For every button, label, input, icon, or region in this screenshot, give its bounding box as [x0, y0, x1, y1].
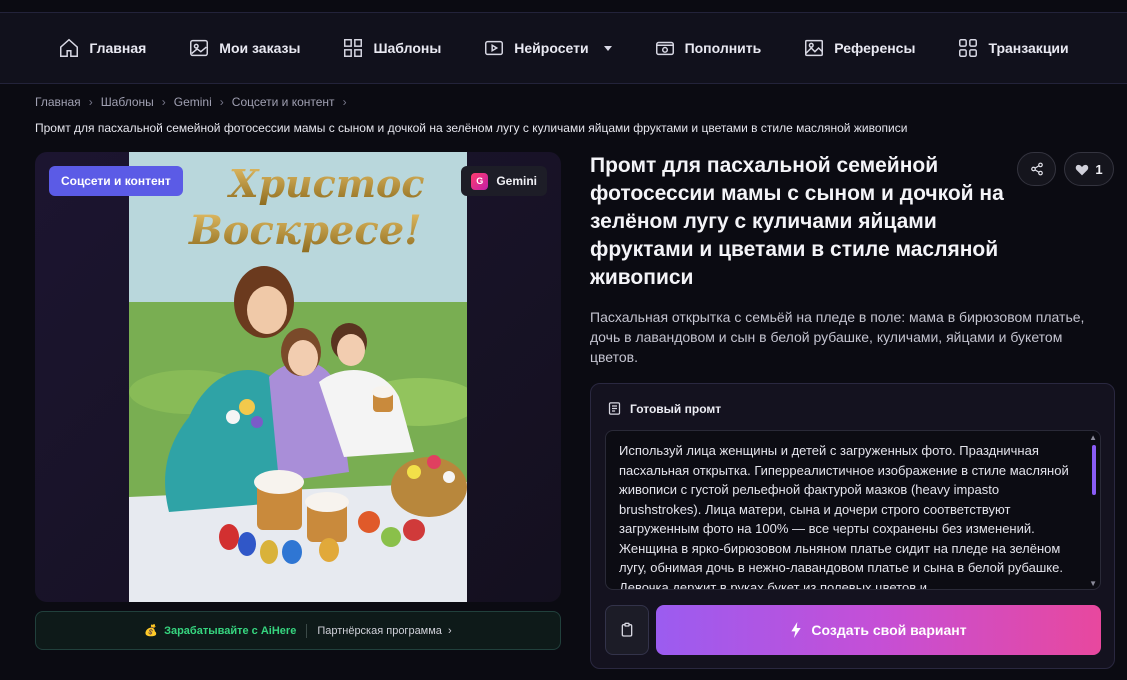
- breadcrumb: Главная › Шаблоны › Gemini › Соцсети и к…: [35, 95, 347, 109]
- lightning-icon: [791, 622, 802, 638]
- prompt-text: Используй лица женщины и детей с загруже…: [619, 443, 1069, 590]
- easter-postcard-image: Христос Воскресе!: [129, 152, 479, 602]
- top-strip: [0, 0, 1127, 12]
- breadcrumb-item-gemini[interactable]: Gemini: [174, 95, 212, 109]
- wallet-icon: [655, 41, 674, 56]
- page-subtitle: Промт для пасхальной семейной фотосессии…: [35, 121, 908, 135]
- like-count: 1: [1095, 161, 1103, 177]
- postcard-text-line2: Воскресе!: [188, 207, 422, 254]
- clipboard-icon: [621, 622, 633, 637]
- category-badge[interactable]: Соцсети и контент: [49, 166, 183, 196]
- chevron-right-icon: ›: [447, 624, 452, 637]
- nav-item-home[interactable]: Главная: [37, 28, 167, 68]
- home-icon: [60, 38, 79, 57]
- picture-icon: [805, 39, 824, 57]
- affiliate-banner[interactable]: 💰 Зарабатывайте с AiHere Партнёрская про…: [35, 611, 561, 650]
- affiliate-link[interactable]: Партнёрская программа ›: [317, 625, 451, 637]
- gemini-logo-icon: G: [471, 172, 489, 190]
- nav-item-label: Нейросети: [514, 40, 589, 56]
- breadcrumb-item-social[interactable]: Соцсети и контент: [232, 95, 335, 109]
- divider: [306, 623, 308, 638]
- scrollbar[interactable]: [1092, 437, 1096, 585]
- nav-item-label: Пополнить: [684, 40, 762, 56]
- affiliate-link-label: Партнёрская программа: [317, 624, 442, 637]
- nav-item-transactions[interactable]: Транзакции: [936, 28, 1089, 68]
- nav-item-label: Главная: [89, 40, 147, 56]
- chevron-right-icon: ›: [88, 95, 93, 109]
- document-icon: [608, 402, 621, 415]
- breadcrumb-item-home[interactable]: Главная: [35, 95, 81, 109]
- share-icon: [1030, 162, 1043, 176]
- scroll-down-icon[interactable]: ▼: [1089, 579, 1097, 588]
- prompt-header: Готовый промт: [607, 401, 721, 416]
- page-title: Промт для пасхальной семейной фотосессии…: [590, 154, 1004, 289]
- nav-item-label: Шаблоны: [373, 40, 442, 56]
- nav-item-orders[interactable]: Мои заказы: [167, 28, 321, 68]
- nav-item-label: Транзакции: [988, 40, 1069, 56]
- chevron-down-icon: [603, 45, 612, 51]
- affiliate-main: 💰 Зарабатывайте с AiHere: [144, 624, 297, 638]
- template-description: Пасхальная открытка с семьёй на пледе в …: [590, 309, 1085, 365]
- play-icon: [485, 40, 504, 56]
- chevron-right-icon: ›: [342, 95, 347, 109]
- preview-image-panel[interactable]: Христос Воскресе! Соцсети и контент G Ge…: [35, 152, 561, 602]
- share-button[interactable]: [1017, 152, 1056, 186]
- nav-item-references[interactable]: Референсы: [782, 28, 936, 68]
- create-variant-button[interactable]: Создать свой вариант: [656, 605, 1101, 655]
- copy-button[interactable]: [605, 605, 649, 655]
- postcard-text-line1: Христос: [227, 161, 425, 206]
- create-variant-label: Создать свой вариант: [811, 622, 967, 638]
- nav-item-label: Референсы: [834, 40, 916, 56]
- like-button[interactable]: 1: [1064, 152, 1114, 186]
- model-badge-label: Gemini: [496, 174, 537, 188]
- image-icon: [190, 39, 209, 57]
- nav-item-networks[interactable]: Нейросети: [462, 28, 632, 68]
- grid-icon: [344, 39, 363, 57]
- nav-item-topup[interactable]: Пополнить: [633, 28, 783, 68]
- scrollbar-thumb[interactable]: [1092, 445, 1096, 495]
- breadcrumb-item-templates[interactable]: Шаблоны: [101, 95, 154, 109]
- main-navigation: Главная Мои заказы Шаблоны Нейросети Поп…: [0, 12, 1127, 84]
- model-badge[interactable]: G Gemini: [461, 166, 547, 196]
- money-bag-icon: 💰: [144, 625, 159, 637]
- heart-icon: [1076, 164, 1089, 175]
- nav-item-templates[interactable]: Шаблоны: [321, 28, 462, 68]
- chevron-right-icon: ›: [161, 95, 166, 109]
- apps-icon: [959, 39, 978, 57]
- postcard-illustration: Христос Воскресе!: [129, 152, 479, 602]
- nav-item-label: Мои заказы: [219, 40, 301, 56]
- chevron-right-icon: ›: [219, 95, 224, 109]
- prompt-card: Готовый промт Используй лица женщины и д…: [590, 383, 1115, 669]
- affiliate-main-label: Зарабатывайте с AiHere: [164, 624, 297, 637]
- prompt-header-label: Готовый промт: [630, 401, 722, 416]
- prompt-text-area[interactable]: Используй лица женщины и детей с загруже…: [605, 430, 1101, 590]
